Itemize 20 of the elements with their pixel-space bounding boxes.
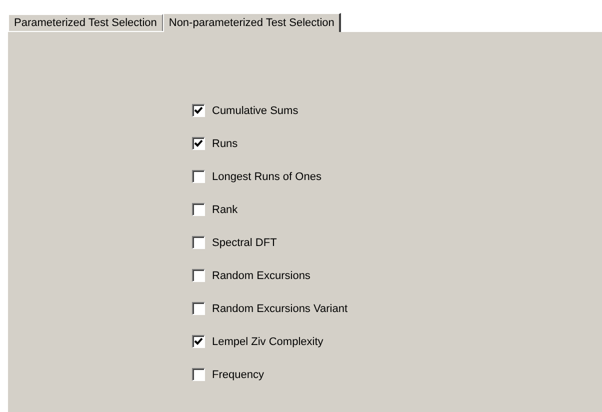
checkbox[interactable] bbox=[192, 236, 205, 249]
tab[interactable]: Non-parameterized Test Selection bbox=[162, 13, 342, 32]
checkbox-label[interactable]: Runs bbox=[212, 138, 238, 150]
checkbox-label[interactable]: Random Excursions Variant bbox=[212, 302, 348, 314]
checkbox[interactable] bbox=[192, 335, 205, 348]
tab[interactable]: Parameterized Test Selection bbox=[8, 14, 163, 31]
checkbox[interactable] bbox=[192, 302, 205, 315]
checkbox[interactable] bbox=[192, 137, 205, 150]
checkbox[interactable] bbox=[192, 170, 205, 183]
checkbox-label[interactable]: Lempel Ziv Complexity bbox=[212, 336, 324, 348]
checkbox-label[interactable]: Random Excursions bbox=[212, 270, 310, 282]
checkbox-label[interactable]: Rank bbox=[212, 204, 238, 216]
checkbox-label[interactable]: Spectral DFT bbox=[212, 236, 277, 248]
checkbox[interactable] bbox=[192, 203, 205, 216]
checkbox-label[interactable]: Frequency bbox=[212, 368, 264, 380]
checkbox[interactable] bbox=[192, 104, 205, 117]
checkbox-label[interactable]: Cumulative Sums bbox=[212, 104, 298, 116]
checkbox[interactable] bbox=[192, 269, 205, 282]
checkbox[interactable] bbox=[192, 368, 205, 381]
checkbox-label[interactable]: Longest Runs of Ones bbox=[212, 170, 322, 182]
